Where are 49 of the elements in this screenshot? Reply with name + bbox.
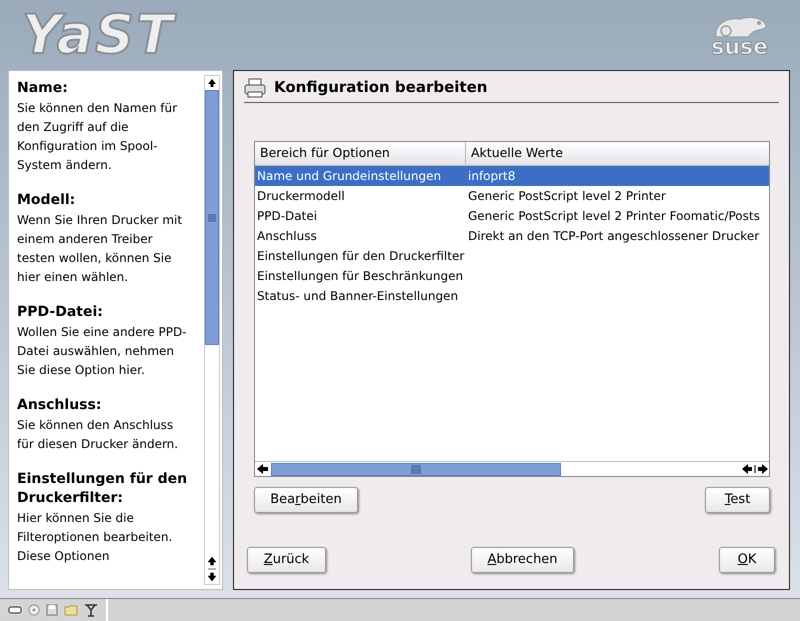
horizontal-scrollbar[interactable] bbox=[255, 461, 769, 476]
help-text: Wollen Sie eine andere PPD-Datei auswählen, nehmen Sie diese Option hier. bbox=[17, 324, 188, 379]
suse-text: suse bbox=[711, 37, 768, 59]
help-heading: Einstellungen für den Druckerfilter: bbox=[17, 470, 188, 508]
scroll-thumb[interactable] bbox=[271, 462, 561, 476]
table-cell-text: Direkt an den TCP-Port angeschlossener Drucker bbox=[467, 228, 760, 245]
table-cell-text: Generic PostScript level 2 Printer Foomatic/Posts bbox=[467, 208, 761, 225]
yast-logo: YaST bbox=[22, 8, 175, 62]
help-text: Sie können den Namen für den Zugriff auf die Konfiguration im Spool-System ändern. bbox=[17, 100, 178, 174]
table-cell: Name und Grundeinstellungen bbox=[257, 168, 442, 183]
scroll-arrows-icon[interactable] bbox=[741, 463, 769, 475]
table-row[interactable]: Einstellungen für den Druckerfilter bbox=[255, 246, 769, 266]
cancel-button[interactable]: Abbrechen bbox=[471, 547, 574, 573]
ok-button[interactable]: OK bbox=[719, 547, 775, 573]
help-heading: Modell: bbox=[17, 191, 76, 210]
table-cell: Einstellungen für Beschränkungen bbox=[257, 268, 464, 283]
table-cell: PPD-Datei bbox=[257, 208, 318, 223]
scrollbar[interactable] bbox=[204, 75, 220, 585]
table-cell: Einstellungen für den Druckerfilter bbox=[257, 248, 464, 263]
help-heading: Anschluss: bbox=[17, 396, 102, 415]
edit-button[interactable]: Bearbeiten bbox=[254, 487, 358, 513]
help-heading: PPD-Datei: bbox=[17, 303, 104, 322]
table-row[interactable]: Anschluss Direkt an den TCP-Port angeschlossener Drucker bbox=[255, 226, 769, 246]
table-cell-text: Generic PostScript level 2 Printer bbox=[467, 188, 667, 205]
help-text: Sie können den Anschluss für diesen Drucker ändern. bbox=[17, 417, 180, 453]
table-row[interactable]: Name und Grundeinstellungen infoprt8 bbox=[255, 166, 769, 186]
table-row[interactable]: Status- und Banner-Einstellungen bbox=[255, 286, 769, 306]
scroll-left-icon[interactable] bbox=[255, 463, 271, 475]
table-cell: Anschluss bbox=[257, 228, 317, 243]
column-header[interactable]: Bereich für Optionen bbox=[255, 142, 466, 165]
drive-icon[interactable] bbox=[8, 605, 22, 615]
scroll-thumb[interactable] bbox=[205, 90, 219, 345]
table-cell: Druckermodell bbox=[257, 188, 345, 203]
scroll-down-icon[interactable] bbox=[205, 554, 219, 584]
table-row[interactable]: Einstellungen für Beschränkungen bbox=[255, 266, 769, 286]
table-cell-text: infoprt8 bbox=[467, 168, 516, 185]
column-header[interactable]: Aktuelle Werte bbox=[466, 142, 769, 165]
test-button[interactable]: Test bbox=[705, 487, 770, 513]
table-row[interactable]: Druckermodell Generic PostScript level 2 Printer bbox=[255, 186, 769, 206]
dialog-title: Konfiguration bearbeiten bbox=[274, 77, 488, 98]
table-row[interactable]: PPD-Datei Generic PostScript level 2 Printer Foomatic/Posts bbox=[255, 206, 769, 226]
help-text: Wenn Sie Ihren Drucker mit einem anderen Treiber testen wollen, können Sie hier einen wählen. bbox=[17, 212, 184, 286]
help-text: Hier können Sie die Filteroptionen bearbeiten. Diese Optionen bbox=[17, 510, 174, 565]
table-cell: Status- und Banner-Einstellungen bbox=[257, 288, 458, 303]
printer-icon bbox=[244, 78, 266, 98]
floppy-icon[interactable] bbox=[46, 604, 58, 616]
network-icon[interactable] bbox=[84, 603, 98, 617]
back-button[interactable]: Zurück bbox=[247, 547, 326, 573]
help-heading: Name: bbox=[17, 79, 69, 98]
